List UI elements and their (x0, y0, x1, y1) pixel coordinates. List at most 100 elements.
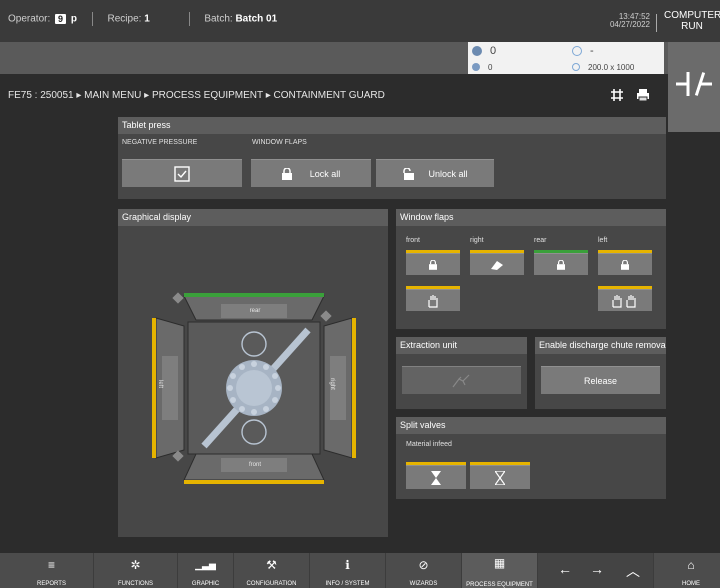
clock: 13:47:52 04/27/2022 (590, 13, 650, 29)
lock-icon (281, 167, 292, 180)
bar-chart-icon: ▁▃▅ (195, 560, 216, 570)
lock-icon (429, 259, 437, 270)
equipment-icon: ▦ (493, 556, 506, 570)
nav-label: PROCESS EQUIPMENT (466, 582, 533, 588)
front-flap-button[interactable] (406, 253, 460, 275)
nav-label: WIZARDS (409, 581, 438, 587)
ok-counter: 0 (472, 45, 496, 57)
nav-configuration[interactable]: ⚒ CONFIGURATION (234, 553, 310, 588)
material-infeed-label: Material infeed (406, 441, 452, 448)
breadcrumb-tools (610, 88, 650, 107)
unlock-all-button[interactable]: Unlock all (376, 159, 494, 187)
compass-icon: ⊘ (418, 558, 429, 572)
front-label: front (406, 237, 421, 244)
speed-counter: 200.0 x 1000 (572, 61, 634, 73)
speed-icon (572, 63, 580, 72)
hourglass-icon (431, 470, 441, 485)
date: 04/27/2022 (609, 20, 650, 29)
negative-pressure-label: NEGATIVE PRESSURE (122, 139, 198, 146)
gloves-icon (612, 294, 636, 308)
right-flap-button[interactable] (470, 253, 524, 275)
nav-graphic[interactable]: ▁▃▅ GRAPHIC (178, 553, 234, 588)
split-valves-panel: Split valves Material infeed (396, 417, 666, 499)
operator-label: Operator: (8, 13, 51, 25)
arrow-left-icon[interactable]: ← (558, 561, 572, 577)
ok-sub-value: 0 (488, 63, 493, 72)
panel-title: Enable discharge chute remova (535, 337, 666, 354)
nav-process-equipment[interactable]: ▦ PROCESS EQUIPMENT (462, 553, 538, 588)
panel-title: Tablet press (118, 117, 666, 134)
lock-all-button[interactable]: Lock all (251, 159, 371, 187)
operator-badge[interactable]: 9 (55, 13, 67, 24)
status-line-1: COMPUTER (664, 10, 720, 21)
speed-value: 200.0 x 1000 (588, 63, 635, 72)
fullscreen-icon[interactable] (610, 88, 624, 102)
time-counter: - (572, 45, 594, 57)
discharge-chute-panel: Enable discharge chute remova Release (535, 337, 666, 409)
hmi-screen: Operator: 9 p Recipe: 1 Batch: Batch 01 … (0, 0, 720, 588)
machine-switch-tile[interactable] (668, 42, 720, 132)
nav-label: GRAPHIC (191, 581, 220, 587)
time-value: - (590, 45, 594, 57)
operator-suffix: p (70, 13, 77, 25)
gear-icon: ✲ (130, 558, 141, 572)
separator (188, 12, 190, 26)
panel-title: Window flaps (396, 209, 666, 226)
extraction-unit-button[interactable] (402, 366, 521, 394)
eraser-icon (491, 260, 503, 270)
lock-icon (557, 259, 565, 270)
split-valve-1-button[interactable] (406, 465, 466, 489)
print-icon[interactable] (636, 88, 650, 102)
front-label: front (248, 462, 261, 468)
session-info: Operator: 9 p Recipe: 1 Batch: Batch 01 (8, 12, 277, 26)
nav-wizards[interactable]: ⊘ WIZARDS (386, 553, 462, 588)
separator (91, 12, 93, 26)
left-label: left (598, 237, 608, 244)
computer-status[interactable]: COMPUTER RUN (664, 10, 720, 32)
nav-functions[interactable]: ✲ FUNCTIONS (94, 553, 178, 588)
nav-label: FUNCTIONS (118, 581, 153, 587)
panel-title: Graphical display (118, 209, 388, 226)
bottom-nav: ≡ REPORTS ✲ FUNCTIONS ▁▃▅ GRAPHIC ⚒ CONF… (0, 553, 720, 588)
recipe-label: Recipe: (107, 13, 142, 25)
pressure-icon (174, 165, 190, 182)
lock-all-label: Lock all (309, 168, 341, 179)
graphical-display-panel: Graphical display rear front left right (118, 209, 388, 537)
panel-title: Split valves (396, 417, 666, 434)
glove-icon (428, 294, 438, 308)
nav-info-system[interactable]: ℹ INFO / SYSTEM (310, 553, 386, 588)
rear-flap-button[interactable] (534, 253, 588, 275)
nav-home[interactable]: ⌂ HOME (662, 553, 720, 588)
nav-arrows-group: ← → ︿ (538, 553, 654, 588)
lock-icon (621, 259, 629, 270)
batch-label: Batch: (204, 13, 233, 25)
list-icon: ≡ (47, 558, 55, 572)
ok-sub-counter: 0 (472, 61, 492, 73)
left-flap-button[interactable] (598, 253, 652, 275)
nav-label: INFO / SYSTEM (325, 581, 370, 587)
split-valve-2-button[interactable] (470, 465, 530, 489)
front-glove-button[interactable] (406, 289, 460, 311)
rear-label: rear (534, 237, 547, 244)
nav-label: HOME (682, 581, 700, 587)
counter-box: 0 0 - 200.0 x 1000 (468, 42, 664, 74)
chevron-up-icon[interactable]: ︿ (626, 561, 640, 581)
tools-icon: ⚒ (266, 558, 277, 572)
window-flaps-panel: Window flaps front right rear left (396, 209, 666, 329)
hourglass-empty-icon (495, 470, 505, 485)
recipe-value: 1 (144, 13, 150, 25)
home-icon: ⌂ (687, 558, 695, 572)
hand-cleaning-icon (452, 374, 469, 387)
batch-value: Batch 01 (235, 13, 278, 25)
right-label: right (328, 378, 335, 390)
left-gloves-button[interactable] (598, 289, 652, 311)
extraction-unit-panel: Extraction unit (396, 337, 527, 409)
nav-label: CONFIGURATION (246, 581, 297, 587)
nav-reports[interactable]: ≡ REPORTS (10, 553, 94, 588)
clock-icon (572, 46, 582, 57)
release-button[interactable]: Release (541, 366, 660, 394)
left-label: left (157, 379, 164, 389)
arrow-right-icon[interactable]: → (590, 561, 604, 577)
breadcrumb: FE75 : 250051 ▸ MAIN MENU ▸ PROCESS EQUI… (8, 90, 385, 101)
negative-pressure-button[interactable] (122, 159, 242, 187)
